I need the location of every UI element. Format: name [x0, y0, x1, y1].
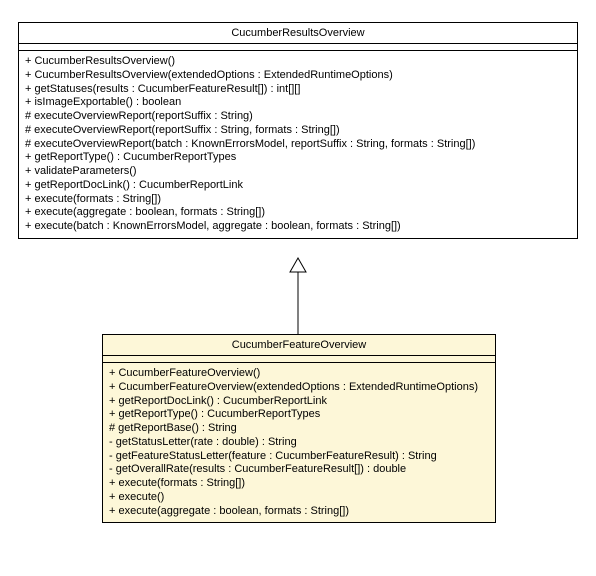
class-op-line: # executeOverviewReport(batch : KnownErr…	[25, 138, 571, 152]
class-op-line: + execute(formats : String[])	[109, 477, 489, 491]
class-op-line: + CucumberResultsOverview(extendedOption…	[25, 69, 571, 83]
class-op-line: + execute(aggregate : boolean, formats :…	[25, 206, 571, 220]
uml-class-parent: CucumberResultsOverview + CucumberResult…	[18, 22, 578, 239]
class-title-child: CucumberFeatureOverview	[103, 335, 495, 356]
class-ops-child: + CucumberFeatureOverview()+ CucumberFea…	[103, 363, 495, 522]
uml-class-child: CucumberFeatureOverview + CucumberFeatur…	[102, 334, 496, 523]
class-op-line: + execute()	[109, 491, 489, 505]
class-op-line: # executeOverviewReport(reportSuffix : S…	[25, 124, 571, 138]
class-op-line: + getReportDocLink() : CucumberReportLin…	[109, 395, 489, 409]
class-op-line: + validateParameters()	[25, 165, 571, 179]
class-op-line: + execute(formats : String[])	[25, 193, 571, 207]
class-op-line: # executeOverviewReport(reportSuffix : S…	[25, 110, 571, 124]
class-op-line: - getOverallRate(results : CucumberFeatu…	[109, 463, 489, 477]
class-attrs-parent	[19, 44, 577, 51]
uml-diagram: CucumberResultsOverview + CucumberResult…	[0, 0, 596, 576]
class-op-line: - getStatusLetter(rate : double) : Strin…	[109, 436, 489, 450]
class-op-line: + isImageExportable() : boolean	[25, 96, 571, 110]
class-title-parent: CucumberResultsOverview	[19, 23, 577, 44]
class-ops-parent: + CucumberResultsOverview()+ CucumberRes…	[19, 51, 577, 238]
class-op-line: + getStatuses(results : CucumberFeatureR…	[25, 83, 571, 97]
class-op-line: + CucumberFeatureOverview(extendedOption…	[109, 381, 489, 395]
class-op-line: + execute(batch : KnownErrorsModel, aggr…	[25, 220, 571, 234]
class-op-line: + getReportType() : CucumberReportTypes	[25, 151, 571, 165]
class-op-line: - getFeatureStatusLetter(feature : Cucum…	[109, 450, 489, 464]
class-attrs-child	[103, 356, 495, 363]
class-op-line: + getReportType() : CucumberReportTypes	[109, 408, 489, 422]
class-op-line: + execute(aggregate : boolean, formats :…	[109, 505, 489, 519]
class-op-line: # getReportBase() : String	[109, 422, 489, 436]
class-op-line: + CucumberFeatureOverview()	[109, 367, 489, 381]
class-op-line: + getReportDocLink() : CucumberReportLin…	[25, 179, 571, 193]
class-op-line: + CucumberResultsOverview()	[25, 55, 571, 69]
